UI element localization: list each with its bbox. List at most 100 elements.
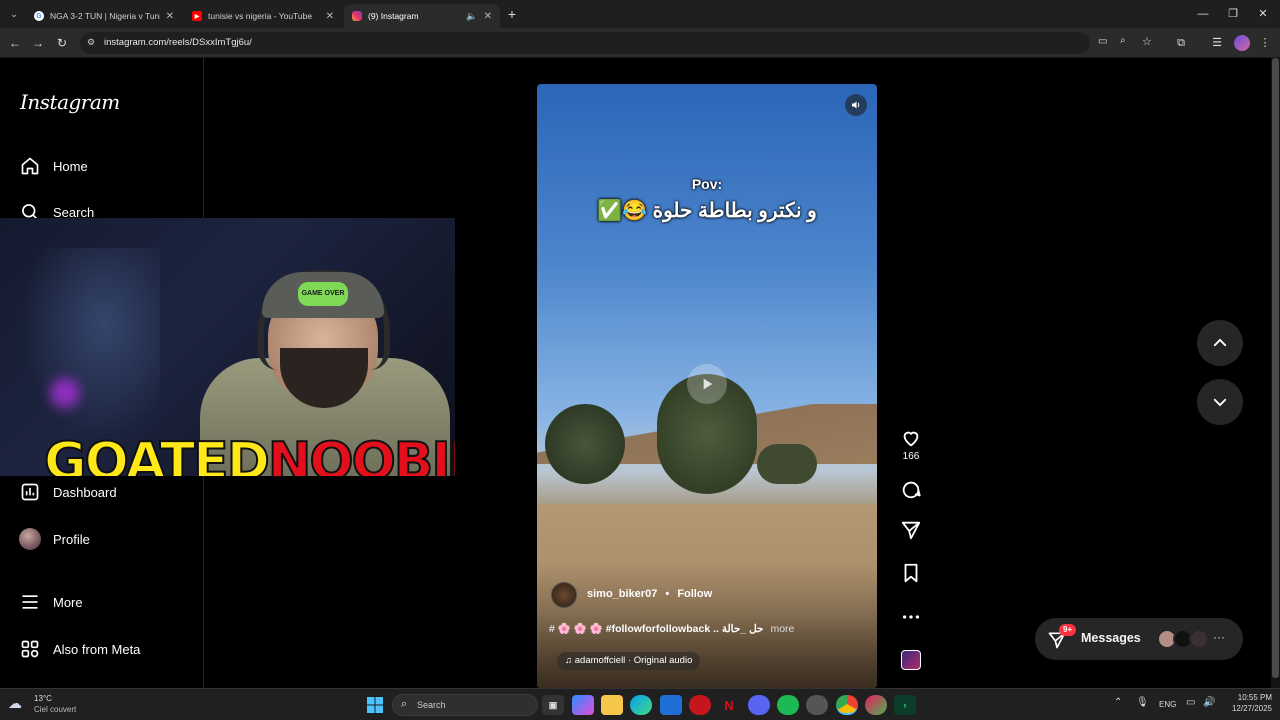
zoom-icon[interactable]: ⌕ xyxy=(1120,35,1126,46)
share-button[interactable] xyxy=(895,519,927,541)
terminal-icon[interactable]: › xyxy=(894,695,916,715)
forward-button[interactable]: → xyxy=(28,33,48,53)
instagram-logo[interactable]: Instagram xyxy=(20,90,120,114)
chrome-icon[interactable] xyxy=(836,695,858,715)
language-indicator[interactable]: ENG xyxy=(1159,700,1176,709)
scrollbar-thumb[interactable] xyxy=(1272,58,1279,678)
restore-button[interactable]: ❐ xyxy=(1218,4,1248,24)
weather-widget[interactable]: ☁ 13°C Ciel couvert xyxy=(8,693,98,717)
clock-time: 10:55 PM xyxy=(1237,693,1272,702)
netflix-icon[interactable]: N xyxy=(718,695,740,715)
discord-icon[interactable] xyxy=(748,695,770,715)
stream-brand-text: GOATEDNOOBIE xyxy=(43,432,455,476)
start-button[interactable] xyxy=(364,695,386,715)
edge-icon[interactable] xyxy=(630,695,652,715)
spotify-icon[interactable] xyxy=(777,695,799,715)
caption-row: # 🌸 🌸 🌸 #followforfollowback .. حل _حالة… xyxy=(549,622,794,635)
search-icon: ⌕ xyxy=(401,698,408,710)
sidebar-item-home[interactable]: Home xyxy=(18,152,88,180)
clock[interactable]: 10:55 PM 12/27/2025 xyxy=(1222,693,1272,713)
app-dark-icon[interactable] xyxy=(806,695,828,715)
reel-video[interactable]: Pov: و نكترو بطاطة حلوة 😂✅ simo_biker07 … xyxy=(537,84,877,688)
speaker-icon[interactable]: 🔈 xyxy=(466,11,477,22)
extensions-icon[interactable]: ⧉ xyxy=(1172,33,1190,53)
dashboard-icon xyxy=(18,480,42,504)
mute-button[interactable] xyxy=(845,94,867,116)
copilot-icon[interactable] xyxy=(572,695,594,715)
next-reel-button[interactable] xyxy=(1197,379,1243,425)
author-avatar[interactable] xyxy=(551,582,577,608)
weather-desc: Ciel couvert xyxy=(34,705,77,714)
tab-close-icon[interactable]: ✕ xyxy=(326,11,334,22)
tab-close-icon[interactable]: ✕ xyxy=(166,11,174,22)
tab-title: tunisie vs nigeria - YouTube xyxy=(208,11,313,21)
tab-close-icon[interactable]: ✕ xyxy=(484,11,492,22)
speaker-icon xyxy=(852,101,860,109)
avatar xyxy=(1189,629,1209,649)
heart-icon xyxy=(903,431,919,447)
address-bar[interactable]: ⚙ instagram.com/reels/DSxxImTgj6u/ ▭ ⌕ ☆ xyxy=(80,32,1152,54)
messages-button[interactable]: 9+ Messages ··· xyxy=(1035,618,1243,660)
cast-icon[interactable]: ▭ xyxy=(1098,36,1107,47)
bookmark-star-icon[interactable]: ☆ xyxy=(1142,35,1152,48)
display-icon[interactable]: ▭ xyxy=(1186,697,1195,708)
sidebar-item-label: More xyxy=(53,594,83,610)
browser-menu-icon[interactable]: ⋮ xyxy=(1256,33,1274,53)
avatar xyxy=(19,528,41,550)
background-lights xyxy=(20,248,160,438)
tray-chevron-icon[interactable]: ⌃ xyxy=(1114,697,1122,708)
url-text[interactable]: instagram.com/reels/DSxxImTgj6u/ xyxy=(104,32,252,54)
sidebar-item-label: Profile xyxy=(53,531,90,547)
taskbar-search[interactable]: ⌕ Search xyxy=(392,694,538,716)
tab-youtube[interactable]: ▶ tunisie vs nigeria - YouTube ✕ xyxy=(184,4,342,28)
sidebar-item-label: Dashboard xyxy=(53,484,117,500)
close-window-button[interactable]: ✕ xyxy=(1248,4,1278,24)
sidebar-item-also-from-meta[interactable]: Also from Meta xyxy=(18,635,140,663)
messages-label: Messages xyxy=(1081,631,1141,645)
tab-instagram[interactable]: (9) Instagram 🔈 ✕ xyxy=(344,4,500,28)
previous-reel-button[interactable] xyxy=(1197,320,1243,366)
follow-button[interactable]: Follow xyxy=(677,588,712,600)
volume-icon[interactable]: 🔊 xyxy=(1203,697,1215,708)
audio-chip[interactable]: ♫ adamoffciell · Original audio xyxy=(557,652,701,670)
site-info-icon[interactable]: ⚙ xyxy=(87,37,95,48)
video-overlay-text: و نكترو بطاطة حلوة 😂✅ xyxy=(597,200,817,222)
rgb-light xyxy=(50,378,80,408)
sidebar-item-label: Home xyxy=(53,158,88,174)
google-icon: G xyxy=(34,11,44,21)
reading-list-icon[interactable]: ☰ xyxy=(1208,33,1226,53)
chevron-up-icon xyxy=(1213,338,1227,347)
tree xyxy=(757,444,817,484)
like-button[interactable]: 166 xyxy=(895,427,927,462)
new-tab-button[interactable]: + xyxy=(504,6,520,22)
audio-thumbnail[interactable] xyxy=(901,650,921,670)
tab-google[interactable]: G NGA 3-2 TUN | Nigeria v Tunisia ✕ xyxy=(26,4,182,28)
save-button[interactable] xyxy=(895,562,927,584)
app-red-icon[interactable] xyxy=(689,695,711,715)
store-icon[interactable] xyxy=(660,695,682,715)
back-button[interactable]: ← xyxy=(5,33,25,53)
video-text-overlay: Pov: و نكترو بطاطة حلوة 😂✅ xyxy=(537,176,877,223)
tab-search-button[interactable]: ⌄ xyxy=(6,6,22,22)
file-explorer-icon[interactable] xyxy=(601,695,623,715)
sidebar-item-dashboard[interactable]: Dashboard xyxy=(18,478,117,506)
cap-logo: GAME OVER xyxy=(298,282,348,306)
reload-button[interactable]: ↻ xyxy=(52,33,72,53)
youtube-icon: ▶ xyxy=(192,11,202,21)
app-multicolor-icon[interactable] xyxy=(865,695,887,715)
microphone-icon[interactable]: 🎙 xyxy=(1136,697,1149,708)
taskbar-search-placeholder: Search xyxy=(417,700,446,710)
minimize-button[interactable]: — xyxy=(1188,4,1218,24)
author-username[interactable]: simo_biker07 xyxy=(587,588,657,600)
task-view-icon[interactable]: ▣ xyxy=(542,695,564,715)
menu-icon xyxy=(18,590,42,614)
caption-prefix: # 🌸 🌸 🌸 xyxy=(549,623,603,635)
play-icon[interactable] xyxy=(687,364,727,404)
sidebar-item-more[interactable]: More xyxy=(18,588,83,616)
sidebar-item-profile[interactable]: Profile xyxy=(18,525,90,553)
sidebar-item-label: Also from Meta xyxy=(53,641,141,657)
profile-avatar[interactable] xyxy=(1234,35,1250,51)
comment-button[interactable] xyxy=(895,479,927,501)
more-link[interactable]: more xyxy=(770,623,794,635)
more-options-button[interactable] xyxy=(895,606,927,628)
